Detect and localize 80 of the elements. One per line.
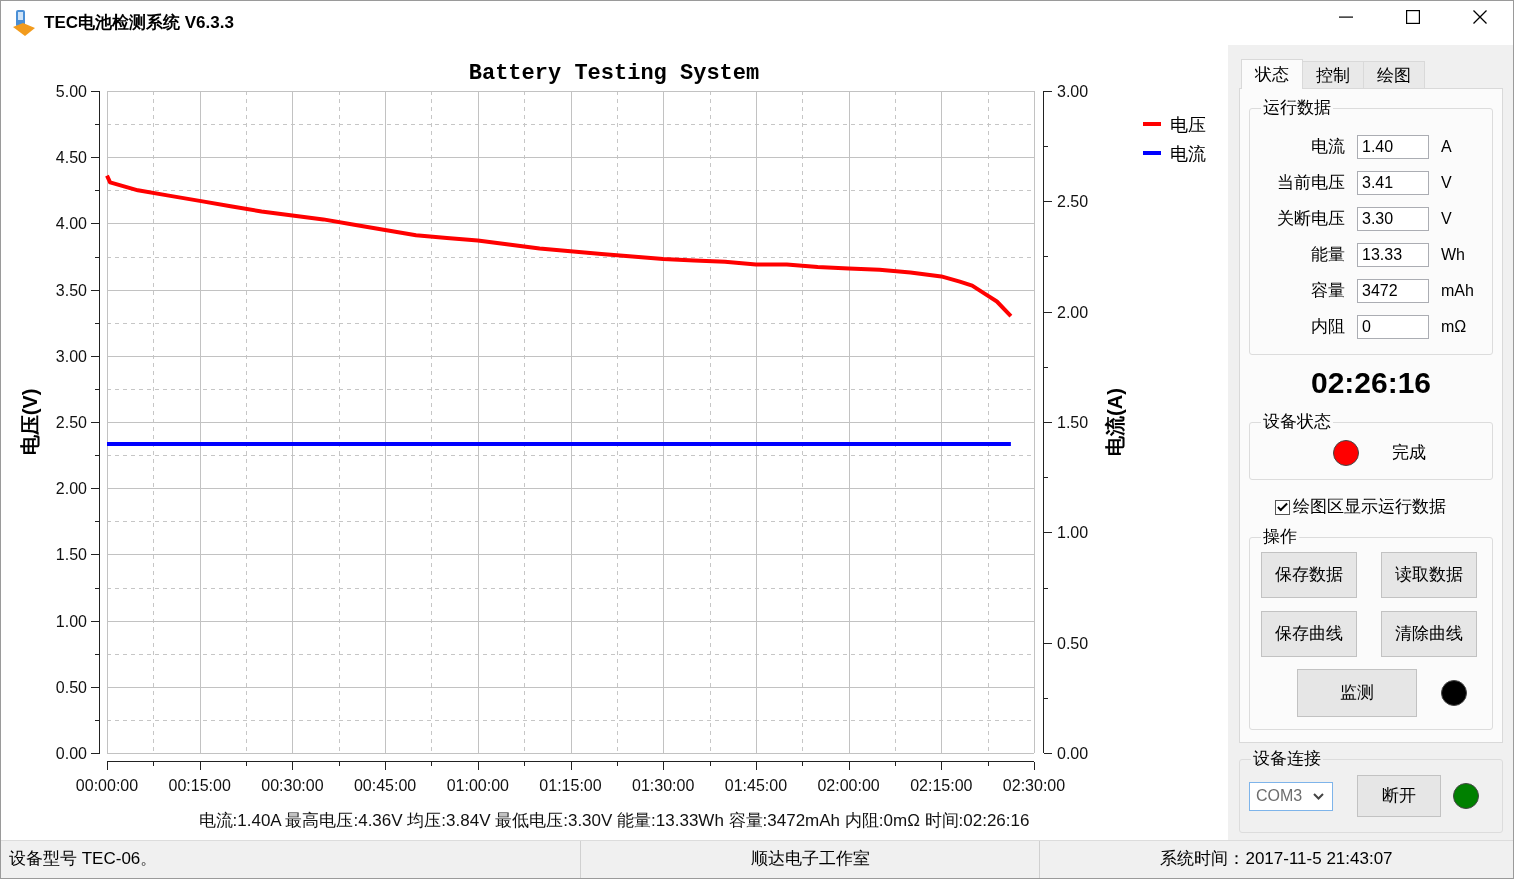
action-button[interactable]: 保存数据 — [1261, 552, 1357, 598]
status-text: 完成 — [1392, 442, 1426, 464]
axis-tick-label: 02:30:00 — [1002, 777, 1066, 794]
axis-tick-label: 02:00:00 — [817, 777, 880, 794]
legend-label: 电流 — [1170, 144, 1206, 164]
field-label: 容量 — [1310, 280, 1345, 302]
app-icon — [13, 10, 35, 36]
axis-tick-label: 02:15:00 — [910, 777, 973, 794]
unit-label: A — [1441, 137, 1452, 157]
window-title: TEC电池检测系统 V6.3.3 — [44, 12, 234, 34]
checkbox-label[interactable]: 绘图区显示运行数据 — [1293, 496, 1446, 518]
elapsed-time: 02:26:16 — [1310, 366, 1432, 399]
axis-tick-label: 00:30:00 — [261, 777, 324, 794]
field-label: 能量 — [1310, 244, 1345, 266]
axis-tick-label: 01:30:00 — [632, 777, 695, 794]
field-label: 电流 — [1310, 136, 1345, 158]
action-button[interactable]: 清除曲线 — [1381, 611, 1477, 657]
axis-tick-label: 5.00 — [55, 83, 87, 100]
axis-tick-label: 00:45:00 — [353, 777, 417, 794]
axis-tick-label: 3.00 — [1057, 83, 1089, 100]
field-label: 内阻 — [1310, 316, 1345, 338]
unit-label: mΩ — [1441, 317, 1467, 337]
axis-tick-label: 01:15:00 — [539, 777, 602, 794]
unit-label: V — [1441, 173, 1452, 193]
group-title: 设备状态 — [1262, 412, 1332, 432]
axis-tick-label: 01:45:00 — [724, 777, 788, 794]
tab[interactable]: 绘图 — [1363, 61, 1425, 88]
minimize-icon[interactable] — [1338, 16, 1353, 18]
axis-tick-label: 3.50 — [55, 281, 87, 299]
unit-label: V — [1441, 209, 1452, 229]
axis-tick-label: 4.00 — [55, 215, 87, 233]
group-title: 运行数据 — [1262, 98, 1332, 118]
axis-tick-label: 0.00 — [1057, 745, 1089, 762]
axis-tick-label: 2.00 — [55, 480, 87, 498]
summary-text: 电流:1.40A 最高电压:4.36V 均压:3.84V 最低电压:3.30V 能量:13.33Wh 容量:3472mAh 内阻:0mΩ 时间:02:26:16 — [198, 811, 1030, 830]
axis-tick-label: 3.00 — [55, 347, 87, 365]
status-text: 顺达电子工作室 — [750, 849, 870, 870]
axis-tick-label: 0.00 — [55, 745, 87, 762]
axis-tick-label: 1.50 — [1057, 414, 1089, 431]
maximize-icon[interactable] — [1405, 10, 1420, 24]
value-field[interactable]: 3.30 — [1357, 207, 1429, 231]
unit-label: mAh — [1441, 281, 1474, 301]
action-button[interactable]: 保存曲线 — [1261, 611, 1357, 657]
group-title: 操作 — [1262, 527, 1298, 547]
tab[interactable]: 状态 — [1241, 59, 1303, 89]
value-field[interactable]: 1.40 — [1357, 135, 1429, 159]
chevron-down-icon — [1313, 792, 1324, 800]
axis-tick-label: 0.50 — [1057, 634, 1089, 652]
value-field[interactable]: 3.41 — [1357, 171, 1429, 195]
tab[interactable]: 控制 — [1302, 61, 1364, 88]
value-field[interactable]: 0 — [1357, 315, 1429, 339]
value-field[interactable]: 13.33 — [1357, 243, 1429, 267]
axis-tick-label: 00:15:00 — [168, 777, 231, 794]
checkbox[interactable] — [1275, 499, 1290, 515]
unit-label: Wh — [1441, 245, 1465, 265]
axis-tick-label: 0.50 — [55, 678, 87, 696]
disconnect-button[interactable]: 断开 — [1357, 775, 1441, 817]
close-icon[interactable] — [1472, 10, 1487, 24]
axis-tick-label: 1.50 — [55, 546, 87, 564]
axis-tick-label: 1.00 — [55, 612, 87, 630]
group-title: 设备连接 — [1252, 749, 1322, 769]
status-text: 设备型号 TEC-06。 — [9, 849, 158, 870]
port-select[interactable]: COM3 — [1249, 781, 1333, 811]
value-field[interactable]: 3472 — [1357, 279, 1429, 303]
axis-tick-label: 00:00:00 — [75, 777, 139, 794]
axis-title: 电压(V) — [19, 388, 41, 456]
monitor-button[interactable]: 监测 — [1297, 669, 1417, 717]
field-label: 当前电压 — [1276, 172, 1345, 194]
action-button[interactable]: 读取数据 — [1381, 552, 1477, 598]
legend-label: 电压 — [1170, 115, 1206, 135]
axis-tick-label: 2.50 — [1057, 193, 1089, 211]
axis-tick-label: 4.50 — [55, 149, 87, 167]
axis-tick-label: 01:00:00 — [446, 777, 509, 794]
chart-title: Battery Testing System — [468, 61, 760, 86]
axis-tick-label: 1.00 — [1057, 524, 1089, 542]
axis-title: 电流(A) — [1104, 388, 1126, 456]
status-text: 系统时间：2017-11-5 21:43:07 — [1160, 849, 1393, 870]
axis-tick-label: 2.00 — [1057, 303, 1089, 321]
axis-tick-label: 2.50 — [55, 414, 87, 431]
field-label: 关断电压 — [1276, 208, 1345, 230]
